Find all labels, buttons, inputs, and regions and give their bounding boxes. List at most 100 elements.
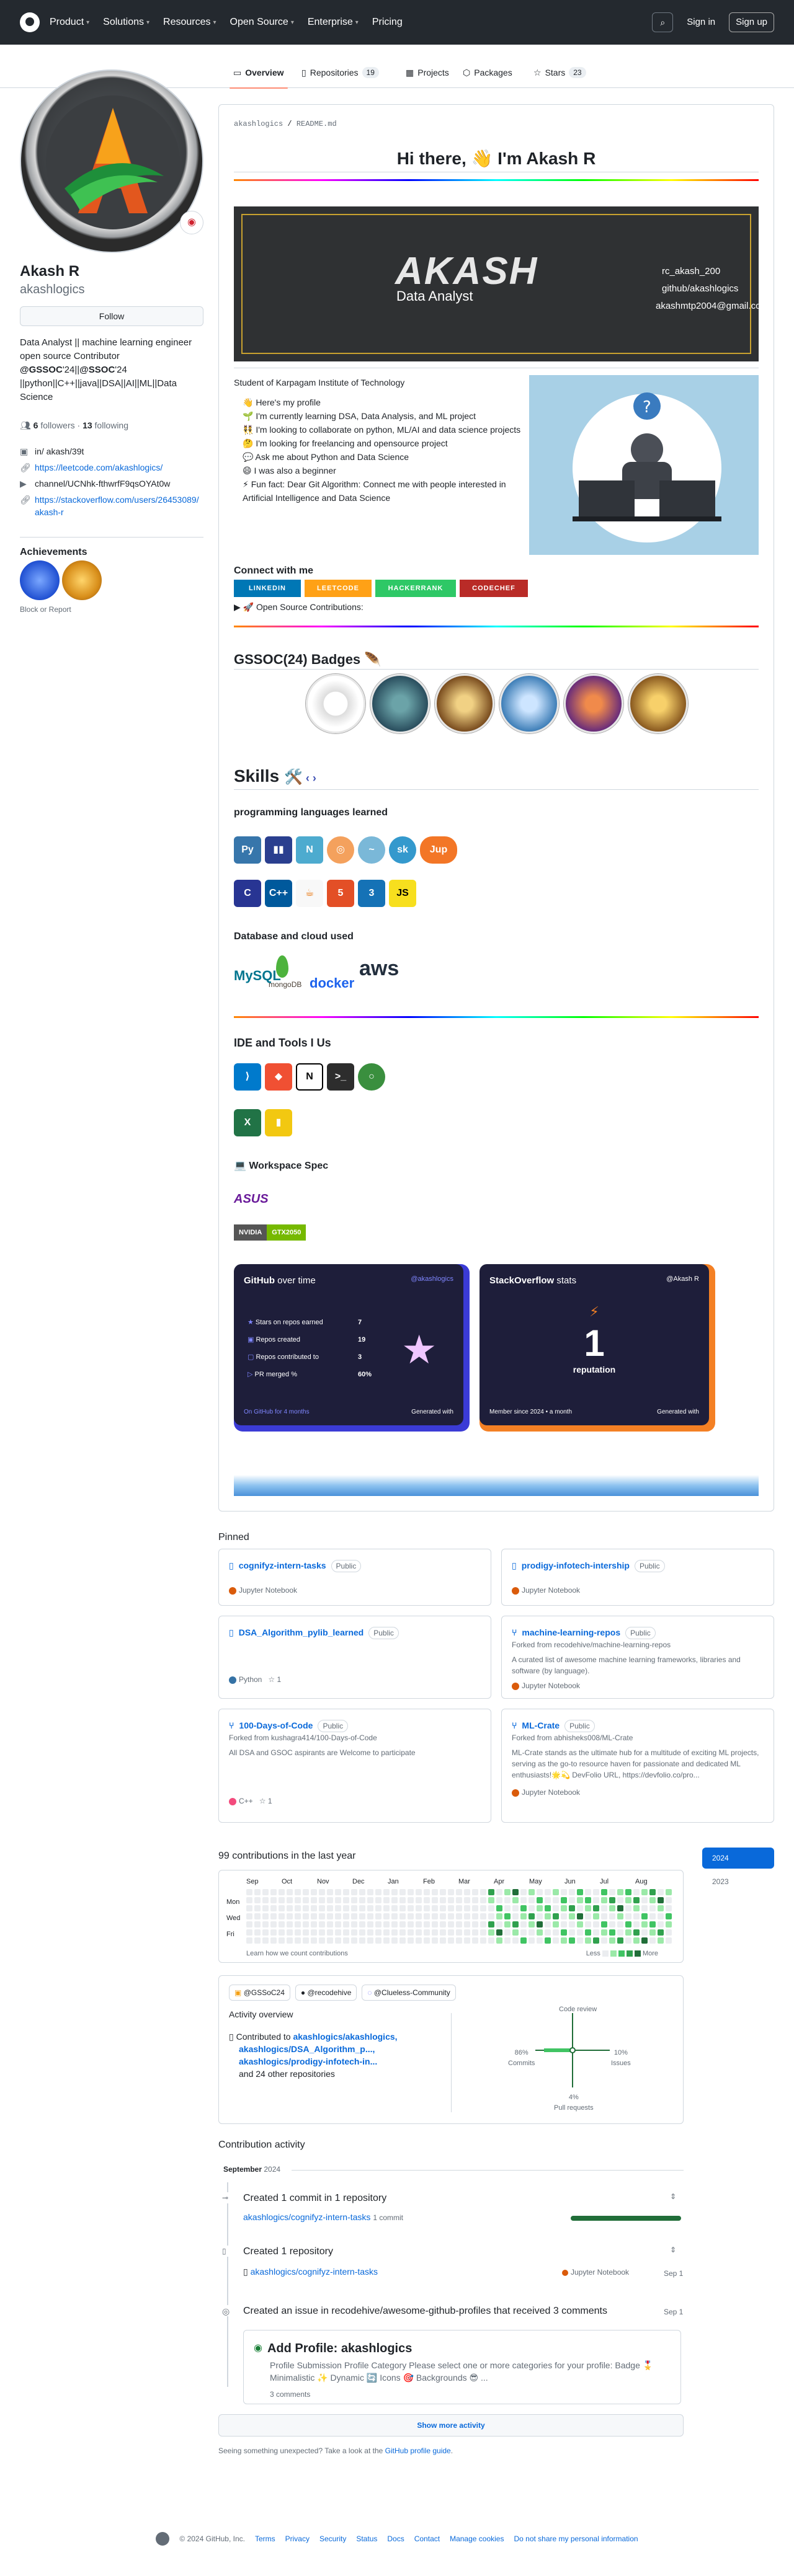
calendar-day[interactable] <box>609 1905 615 1911</box>
calendar-day[interactable] <box>416 1913 422 1919</box>
calendar-day[interactable] <box>561 1897 567 1903</box>
calendar-day[interactable] <box>448 1889 454 1895</box>
calendar-day[interactable] <box>641 1889 648 1895</box>
calendar-day[interactable] <box>375 1929 381 1936</box>
calendar-day[interactable] <box>577 1897 583 1903</box>
calendar-day[interactable] <box>585 1889 591 1895</box>
calendar-day[interactable] <box>601 1913 607 1919</box>
calendar-day[interactable] <box>537 1913 543 1919</box>
calendar-day[interactable] <box>383 1889 390 1895</box>
calendar-day[interactable] <box>375 1897 381 1903</box>
calendar-day[interactable] <box>343 1929 349 1936</box>
calendar-day[interactable] <box>303 1913 309 1919</box>
calendar-day[interactable] <box>440 1929 446 1936</box>
calendar-day[interactable] <box>601 1929 607 1936</box>
calendar-day[interactable] <box>617 1921 623 1928</box>
stackoverflow-link[interactable]: https://stackoverflow.com/users/26453089… <box>35 494 199 518</box>
calendar-day[interactable] <box>367 1937 373 1944</box>
calendar-day[interactable] <box>287 1897 293 1903</box>
calendar-day[interactable] <box>254 1929 261 1936</box>
calendar-day[interactable] <box>545 1897 551 1903</box>
calendar-day[interactable] <box>537 1937 543 1944</box>
calendar-day[interactable] <box>488 1897 494 1903</box>
leetcode-badge[interactable]: LEETCODE <box>305 580 372 597</box>
calendar-day[interactable] <box>246 1937 252 1944</box>
calendar-day[interactable] <box>641 1897 648 1903</box>
tab-stars[interactable]: ☆ Stars 23 <box>533 63 586 82</box>
calendar-day[interactable] <box>625 1913 631 1919</box>
calendar-day[interactable] <box>448 1905 454 1911</box>
calendar-day[interactable] <box>617 1913 623 1919</box>
calendar-day[interactable] <box>279 1937 285 1944</box>
calendar-day[interactable] <box>391 1889 398 1895</box>
calendar-day[interactable] <box>666 1937 672 1944</box>
calendar-day[interactable] <box>303 1929 309 1936</box>
calendar-day[interactable] <box>335 1905 341 1911</box>
calendar-day[interactable] <box>391 1929 398 1936</box>
calendar-day[interactable] <box>319 1889 325 1895</box>
leetcode-link[interactable]: https://leetcode.com/akashlogics/ <box>35 461 163 474</box>
calendar-day[interactable] <box>456 1889 462 1895</box>
calendar-day[interactable] <box>270 1889 277 1895</box>
calendar-day[interactable] <box>279 1921 285 1928</box>
calendar-day[interactable] <box>472 1889 478 1895</box>
calendar-day[interactable] <box>311 1921 317 1928</box>
calendar-day[interactable] <box>472 1929 478 1936</box>
footer-do-not-share[interactable]: Do not share my personal information <box>514 2533 638 2544</box>
calendar-day[interactable] <box>641 1937 648 1944</box>
calendar-day[interactable] <box>649 1905 656 1911</box>
calendar-day[interactable] <box>553 1905 559 1911</box>
calendar-day[interactable] <box>512 1897 519 1903</box>
calendar-day[interactable] <box>633 1889 640 1895</box>
calendar-day[interactable] <box>585 1937 591 1944</box>
calendar-day[interactable] <box>649 1921 656 1928</box>
calendar-day[interactable] <box>633 1937 640 1944</box>
calendar-day[interactable] <box>658 1937 664 1944</box>
calendar-day[interactable] <box>383 1897 390 1903</box>
linkedin-link[interactable]: in/ akash/39t <box>35 445 84 458</box>
calendar-day[interactable] <box>375 1905 381 1911</box>
calendar-day[interactable] <box>319 1897 325 1903</box>
calendar-day[interactable] <box>561 1921 567 1928</box>
calendar-day[interactable] <box>569 1889 575 1895</box>
calendar-day[interactable] <box>367 1897 373 1903</box>
tab-packages[interactable]: ⬡ Packages <box>463 63 512 82</box>
calendar-day[interactable] <box>545 1921 551 1928</box>
calendar-day[interactable] <box>553 1921 559 1928</box>
calendar-day[interactable] <box>520 1921 527 1928</box>
calendar-day[interactable] <box>399 1937 406 1944</box>
calendar-day[interactable] <box>545 1889 551 1895</box>
calendar-day[interactable] <box>311 1905 317 1911</box>
calendar-day[interactable] <box>569 1921 575 1928</box>
org-recodehive[interactable]: ● @recodehive <box>295 1985 357 2001</box>
calendar-day[interactable] <box>520 1929 527 1936</box>
calendar-day[interactable] <box>424 1905 430 1911</box>
calendar-day[interactable] <box>472 1913 478 1919</box>
calendar-day[interactable] <box>593 1897 599 1903</box>
calendar-day[interactable] <box>553 1897 559 1903</box>
calendar-day[interactable] <box>504 1913 511 1919</box>
calendar-day[interactable] <box>649 1937 656 1944</box>
calendar-day[interactable] <box>343 1921 349 1928</box>
calendar-day[interactable] <box>399 1889 406 1895</box>
footer-cookies[interactable]: Manage cookies <box>450 2533 504 2544</box>
calendar-day[interactable] <box>625 1889 631 1895</box>
calendar-day[interactable] <box>335 1889 341 1895</box>
footer-contact[interactable]: Contact <box>414 2533 440 2544</box>
calendar-day[interactable] <box>529 1913 535 1919</box>
calendar-day[interactable] <box>649 1913 656 1919</box>
calendar-day[interactable] <box>553 1913 559 1919</box>
calendar-day[interactable] <box>270 1905 277 1911</box>
calendar-day[interactable] <box>432 1921 438 1928</box>
calendar-day[interactable] <box>625 1905 631 1911</box>
nav-solutions[interactable]: Solutions ▾ <box>103 15 149 30</box>
calendar-day[interactable] <box>658 1929 664 1936</box>
achievement-badge-1[interactable] <box>20 560 60 600</box>
calendar-day[interactable] <box>585 1897 591 1903</box>
calendar-day[interactable] <box>399 1921 406 1928</box>
hackerrank-badge[interactable]: HACKERRANK <box>375 580 456 597</box>
avatar[interactable] <box>20 69 203 253</box>
calendar-day[interactable] <box>456 1921 462 1928</box>
calendar-day[interactable] <box>295 1897 301 1903</box>
calendar-day[interactable] <box>512 1905 519 1911</box>
